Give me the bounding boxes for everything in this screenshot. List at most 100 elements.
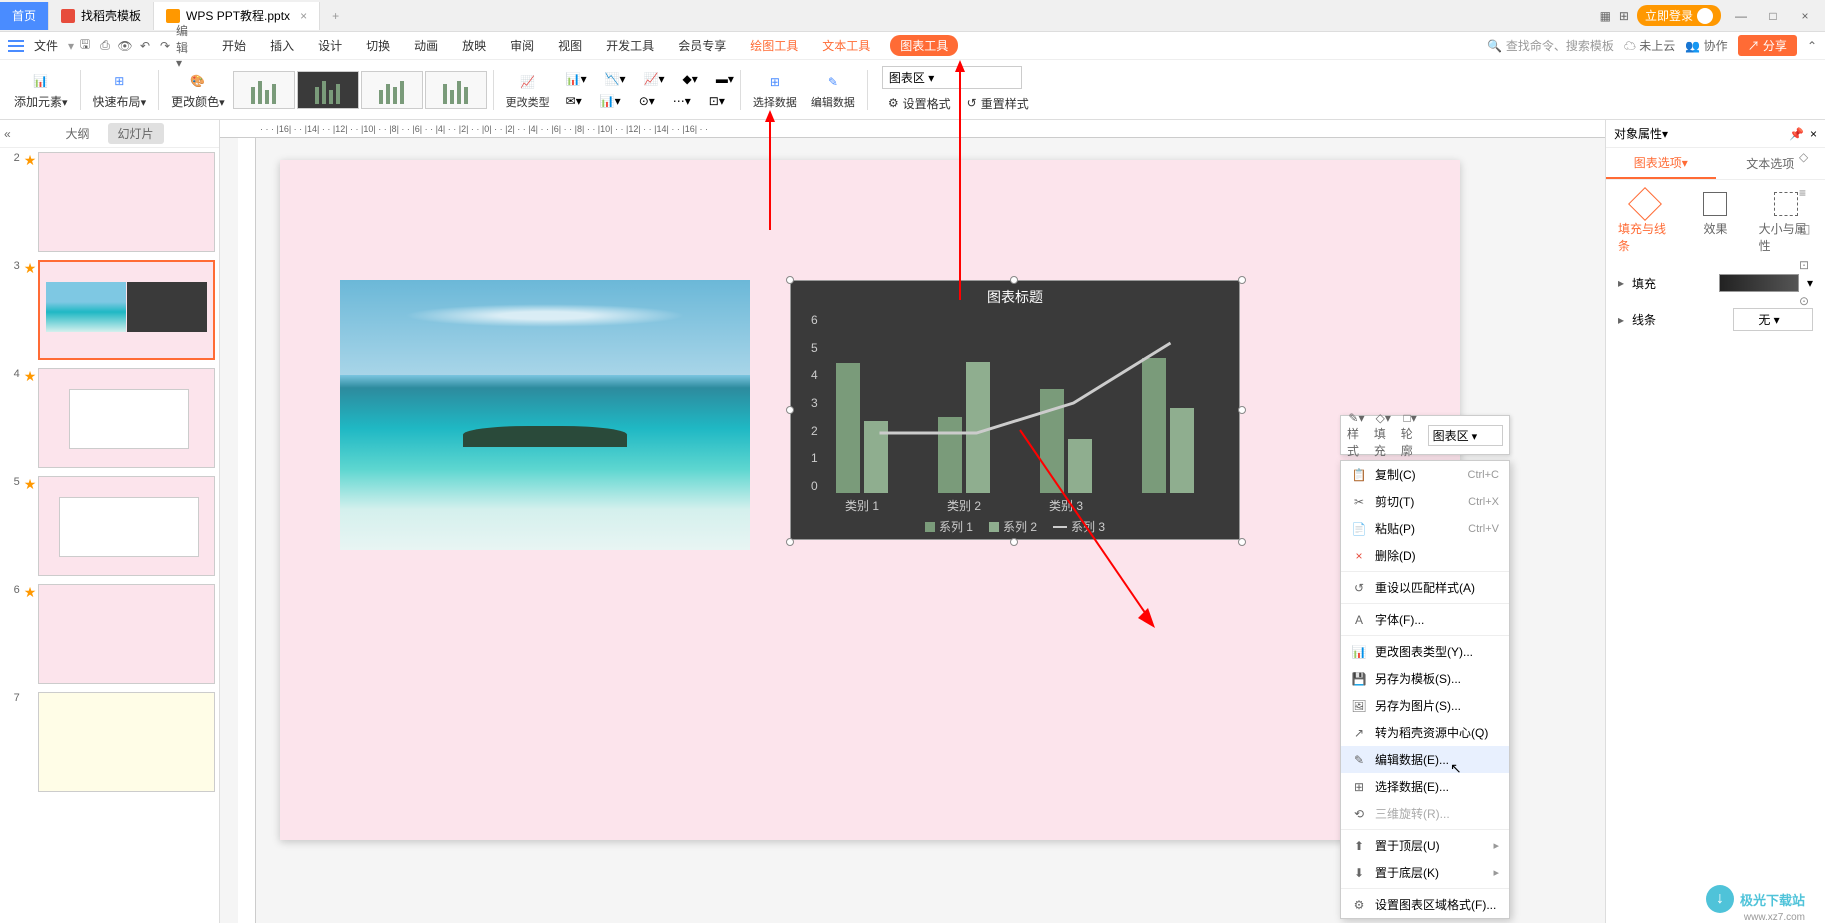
side-icon-3[interactable]: ◫ bbox=[1799, 222, 1819, 242]
side-icon-4[interactable]: ⊡ bbox=[1799, 258, 1819, 278]
chart-icon-2[interactable]: 📉▾ bbox=[605, 72, 626, 86]
undo-icon[interactable]: ↶ bbox=[136, 37, 154, 55]
collab-button[interactable]: 👥 协作 bbox=[1685, 37, 1727, 54]
ctx-cut[interactable]: ✂剪切(T)Ctrl+X bbox=[1341, 488, 1509, 515]
mini-element-select[interactable]: 图表区 ▾ bbox=[1428, 425, 1503, 446]
share-button[interactable]: ↗ 分享 bbox=[1738, 35, 1797, 56]
grid-icon[interactable]: ▦ bbox=[1600, 9, 1611, 23]
chart-title[interactable]: 图表标题 bbox=[791, 281, 1239, 313]
edit-menu[interactable]: 编辑 ▾ bbox=[176, 37, 194, 55]
edit-data-button[interactable]: ✎编辑数据 bbox=[805, 60, 861, 119]
rp-fill-line-tab[interactable]: 填充与线条 bbox=[1614, 188, 1676, 258]
tab-slideshow[interactable]: 放映 bbox=[458, 35, 490, 56]
quick-layout-button[interactable]: ⊞快速布局▾ bbox=[87, 60, 153, 119]
print-icon[interactable]: ⎙ bbox=[96, 37, 114, 55]
chart-style-1[interactable] bbox=[233, 71, 295, 109]
select-data-button[interactable]: ⊞选择数据 bbox=[747, 60, 803, 119]
tab-draw-tools[interactable]: 绘图工具 bbox=[746, 35, 802, 56]
pin-icon[interactable]: 📌 bbox=[1789, 127, 1804, 141]
chart-icon-6[interactable]: ✉▾ bbox=[566, 94, 582, 108]
ctx-save-image[interactable]: 🖼另存为图片(S)... bbox=[1341, 692, 1509, 719]
login-button[interactable]: 立即登录 bbox=[1637, 5, 1721, 26]
chart-object[interactable]: 图表标题 6543210 类别 1类别 2类别 3类别 4 系列 1 系列 2 … bbox=[790, 280, 1240, 540]
cloud-status[interactable]: ☁ 未上云 bbox=[1624, 37, 1675, 54]
mini-fill-button[interactable]: ◇▾填充 bbox=[1374, 411, 1393, 459]
slide-thumb-4[interactable] bbox=[38, 368, 215, 468]
side-icon-1[interactable]: ◇ bbox=[1799, 150, 1819, 170]
side-icon-2[interactable]: ≡ bbox=[1799, 186, 1819, 206]
close-panel-icon[interactable]: × bbox=[1810, 127, 1817, 141]
chart-icon-8[interactable]: ⊙▾ bbox=[639, 94, 655, 108]
rp-effects-tab[interactable]: 效果 bbox=[1684, 188, 1746, 258]
tab-insert[interactable]: 插入 bbox=[266, 35, 298, 56]
collapse-panel-icon[interactable]: « bbox=[4, 127, 11, 141]
tab-member[interactable]: 会员专享 bbox=[674, 35, 730, 56]
chart-icon-1[interactable]: 📊▾ bbox=[566, 72, 587, 86]
preview-icon[interactable]: 👁 bbox=[116, 37, 134, 55]
hamburger-icon[interactable] bbox=[8, 40, 24, 52]
tab-animation[interactable]: 动画 bbox=[410, 35, 442, 56]
change-type-button[interactable]: 📈更改类型 bbox=[500, 60, 556, 119]
ctx-paste[interactable]: 📄粘贴(P)Ctrl+V bbox=[1341, 515, 1509, 542]
tab-start[interactable]: 开始 bbox=[218, 35, 250, 56]
save-icon[interactable]: 🖫 bbox=[76, 37, 94, 55]
slide-thumb-7[interactable] bbox=[38, 692, 215, 792]
maximize-button[interactable]: □ bbox=[1761, 9, 1785, 23]
minimize-button[interactable]: — bbox=[1729, 9, 1753, 23]
chart-icon-9[interactable]: ⋯▾ bbox=[673, 94, 691, 108]
reset-style-button[interactable]: ↺ 重置样式 bbox=[961, 93, 1035, 114]
tab-chart-tools[interactable]: 图表工具 bbox=[890, 35, 958, 56]
new-tab-button[interactable]: + bbox=[320, 9, 351, 23]
ctx-select-data[interactable]: ⊞选择数据(E)... bbox=[1341, 773, 1509, 800]
slide-thumb-6[interactable] bbox=[38, 584, 215, 684]
chart-icon-10[interactable]: ⊡▾ bbox=[709, 94, 725, 108]
slide-thumb-3[interactable] bbox=[38, 260, 215, 360]
collapse-ribbon-icon[interactable]: ⌃ bbox=[1807, 39, 1817, 53]
file-menu[interactable]: 文件 bbox=[26, 35, 66, 56]
ctx-bring-front[interactable]: ⬆置于顶层(U)▸ bbox=[1341, 832, 1509, 859]
ctx-format-area[interactable]: ⚙设置图表区域格式(F)... bbox=[1341, 891, 1509, 918]
mini-outline-button[interactable]: □▾轮廓 bbox=[1401, 411, 1420, 459]
close-icon[interactable]: × bbox=[300, 9, 307, 23]
tab-text-tools[interactable]: 文本工具 bbox=[818, 35, 874, 56]
ctx-delete[interactable]: ×删除(D) bbox=[1341, 542, 1509, 569]
apps-icon[interactable]: ⊞ bbox=[1619, 9, 1629, 23]
home-tab[interactable]: 首页 bbox=[0, 2, 49, 30]
beach-image[interactable] bbox=[340, 280, 750, 550]
slide-thumb-5[interactable] bbox=[38, 476, 215, 576]
side-icon-5[interactable]: ⊙ bbox=[1799, 294, 1819, 314]
redo-icon[interactable]: ↷ bbox=[156, 37, 174, 55]
chart-element-select[interactable]: 图表区 ▾ bbox=[882, 66, 1022, 89]
set-format-button[interactable]: ⚙ 设置格式 bbox=[882, 93, 957, 114]
tab-view[interactable]: 视图 bbox=[554, 35, 586, 56]
search-box[interactable]: 🔍 查找命令、搜索模板 bbox=[1487, 37, 1614, 54]
slide-canvas[interactable]: 图表标题 6543210 类别 1类别 2类别 3类别 4 系列 1 系列 2 … bbox=[280, 160, 1460, 840]
fill-preview[interactable] bbox=[1719, 274, 1799, 292]
ctx-transfer[interactable]: ↗转为稻壳资源中心(Q) bbox=[1341, 719, 1509, 746]
outline-tab[interactable]: 大纲 bbox=[55, 123, 99, 144]
ctx-edit-data[interactable]: ✎编辑数据(E)... bbox=[1341, 746, 1509, 773]
ctx-reset-style[interactable]: ↺重设以匹配样式(A) bbox=[1341, 574, 1509, 601]
tab-review[interactable]: 审阅 bbox=[506, 35, 538, 56]
tab-developer[interactable]: 开发工具 bbox=[602, 35, 658, 56]
ctx-font[interactable]: A字体(F)... bbox=[1341, 606, 1509, 633]
add-element-button[interactable]: 📊添加元素▾ bbox=[8, 60, 74, 119]
chart-icon-3[interactable]: 📈▾ bbox=[644, 72, 665, 86]
close-button[interactable]: × bbox=[1793, 9, 1817, 23]
slides-tab[interactable]: 幻灯片 bbox=[108, 123, 164, 144]
tab-transition[interactable]: 切换 bbox=[362, 35, 394, 56]
chart-icon-4[interactable]: ◆▾ bbox=[683, 72, 698, 86]
chart-icon-7[interactable]: 📊▾ bbox=[600, 94, 621, 108]
chart-style-2[interactable] bbox=[297, 71, 359, 109]
template-tab[interactable]: 找稻壳模板 bbox=[49, 2, 154, 30]
rp-tab-chart-options[interactable]: 图表选项 ▾ bbox=[1606, 148, 1716, 179]
ctx-copy[interactable]: 📋复制(C)Ctrl+C bbox=[1341, 461, 1509, 488]
chart-icon-5[interactable]: ▬▾ bbox=[716, 72, 734, 86]
ctx-save-template[interactable]: 💾另存为模板(S)... bbox=[1341, 665, 1509, 692]
ctx-change-type[interactable]: 📊更改图表类型(Y)... bbox=[1341, 638, 1509, 665]
chart-style-3[interactable] bbox=[361, 71, 423, 109]
slide-thumb-2[interactable] bbox=[38, 152, 215, 252]
ctx-send-back[interactable]: ⬇置于底层(K)▸ bbox=[1341, 859, 1509, 886]
change-color-button[interactable]: 🎨更改颜色▾ bbox=[165, 60, 231, 119]
tab-design[interactable]: 设计 bbox=[314, 35, 346, 56]
